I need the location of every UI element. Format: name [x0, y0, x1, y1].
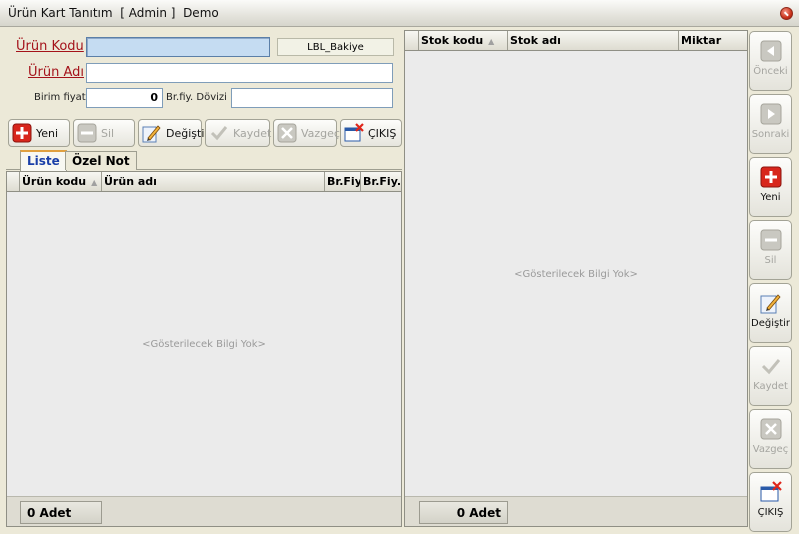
sil-button[interactable]: Sil — [73, 119, 135, 147]
minus-icon — [77, 123, 97, 143]
exit-icon — [760, 481, 782, 502]
toolbar: Yeni Sil Değiştir Kaydet Vazgeç ÇIKIŞ — [6, 117, 402, 149]
grid-header: Stok kodu ▲ Stok adı Miktar — [405, 31, 747, 51]
urun-adi-label: Ürün Adı — [28, 65, 84, 80]
window-title: Ürün Kart Tanıtım [ Admin ] Demo — [8, 6, 219, 20]
yeni-button[interactable]: Yeni — [8, 119, 70, 147]
br-fiy-dovizi-input[interactable] — [231, 88, 393, 108]
minus-icon — [760, 229, 781, 251]
arrow-left-icon — [760, 40, 781, 62]
vazgec-label: Vazgeç — [301, 126, 340, 140]
kaydet-label: Kaydet — [233, 126, 272, 140]
sonraki-button[interactable]: Sonraki — [749, 94, 792, 154]
check-icon — [210, 126, 228, 141]
onceki-button[interactable]: Önceki — [749, 31, 792, 91]
side-sil-label: Sil — [764, 255, 777, 266]
plus-icon — [760, 166, 781, 188]
urun-adi-input[interactable] — [86, 63, 393, 83]
grid-footer: 0 Adet — [405, 496, 747, 526]
bakiye-label: LBL_Bakiye — [277, 38, 394, 56]
kaydet-button[interactable]: Kaydet — [205, 119, 272, 147]
br-fiy-dovizi-label: Br.fiy. Dövizi — [166, 92, 227, 103]
exit-icon — [344, 123, 364, 142]
grid-header: Ürün kodu ▲ Ürün adı Br.Fiy Br.Fiy. — [7, 172, 401, 192]
cikis-button[interactable]: ÇIKIŞ — [340, 119, 402, 147]
plus-icon — [12, 123, 32, 143]
birim-fiyati-input[interactable]: 0 — [86, 88, 163, 108]
column-header-stok-kodu[interactable]: Stok kodu ▲ — [419, 31, 508, 50]
side-vazgec-button[interactable]: Vazgeç — [749, 409, 792, 469]
side-sil-button[interactable]: Sil — [749, 220, 792, 280]
sort-arrow-icon: ▲ — [488, 37, 495, 46]
product-form: Ürün Kodu LBL_Bakiye Ürün Adı Birim fiya… — [6, 31, 400, 116]
product-list-grid[interactable]: Ürün kodu ▲ Ürün adı Br.Fiy Br.Fiy. <Göst… — [6, 171, 402, 527]
sort-arrow-icon: ▲ — [91, 178, 98, 187]
record-count: 0 Adet — [419, 501, 508, 524]
side-yeni-button[interactable]: Yeni — [749, 157, 792, 217]
column-header-urun-kodu[interactable]: Ürün kodu ▲ — [20, 172, 102, 191]
row-indicator-header — [405, 31, 419, 50]
arrow-right-icon — [760, 103, 781, 125]
check-icon — [761, 359, 780, 375]
sil-label: Sil — [101, 126, 115, 140]
birim-fiyati-label: Birim fiyatı — [34, 92, 89, 103]
column-header-urun-adi[interactable]: Ürün adı — [102, 172, 325, 191]
side-cikis-label: ÇIKIŞ — [757, 507, 784, 518]
side-kaydet-label: Kaydet — [753, 381, 788, 392]
close-icon[interactable] — [780, 7, 793, 20]
yeni-label: Yeni — [36, 126, 59, 140]
pencil-icon — [142, 125, 161, 143]
record-count: 0 Adet — [20, 501, 102, 524]
side-degistir-button[interactable]: Değiştir — [749, 283, 792, 343]
empty-message: <Gösterilecek Bilgi Yok> — [142, 339, 266, 350]
column-label: Stok kodu — [421, 34, 484, 47]
degistir-button[interactable]: Değiştir — [138, 119, 209, 147]
urun-kodu-label: Ürün Kodu — [16, 39, 84, 54]
side-cikis-button[interactable]: ÇIKIŞ — [749, 472, 792, 532]
column-header-miktar[interactable]: Miktar — [679, 31, 747, 50]
x-icon — [760, 418, 781, 440]
sonraki-label: Sonraki — [751, 129, 790, 140]
tab-ozel-not[interactable]: Özel Not — [65, 151, 137, 170]
pencil-icon — [760, 294, 781, 314]
onceki-label: Önceki — [753, 66, 788, 77]
main-frame: Ürün Kodu LBL_Bakiye Ürün Adı Birim fiya… — [3, 27, 796, 532]
grid-footer: 0 Adet — [7, 496, 401, 526]
tab-strip: Liste Özel Not — [6, 150, 402, 171]
stock-grid[interactable]: Stok kodu ▲ Stok adı Miktar <Gösterilecek… — [404, 30, 748, 527]
column-header-br-fiy-doviz[interactable]: Br.Fiy. — [361, 172, 401, 191]
tab-liste[interactable]: Liste — [20, 150, 67, 171]
empty-message: <Gösterilecek Bilgi Yok> — [514, 269, 638, 280]
column-header-stok-adi[interactable]: Stok adı — [508, 31, 679, 50]
degistir-label: Değiştir — [166, 126, 209, 140]
side-kaydet-button[interactable]: Kaydet — [749, 346, 792, 406]
side-yeni-label: Yeni — [760, 192, 781, 203]
vazgec-button[interactable]: Vazgeç — [273, 119, 340, 147]
x-icon — [277, 123, 297, 143]
side-vazgec-label: Vazgeç — [752, 444, 789, 455]
column-header-br-fiy[interactable]: Br.Fiy — [325, 172, 361, 191]
cikis-label: ÇIKIŞ — [368, 126, 397, 140]
column-label: Ürün kodu — [22, 175, 87, 188]
side-degistir-label: Değiştir — [751, 318, 790, 329]
title-bar: Ürün Kart Tanıtım [ Admin ] Demo — [0, 0, 799, 27]
row-indicator-header — [7, 172, 20, 191]
urun-kodu-input[interactable] — [86, 37, 270, 57]
